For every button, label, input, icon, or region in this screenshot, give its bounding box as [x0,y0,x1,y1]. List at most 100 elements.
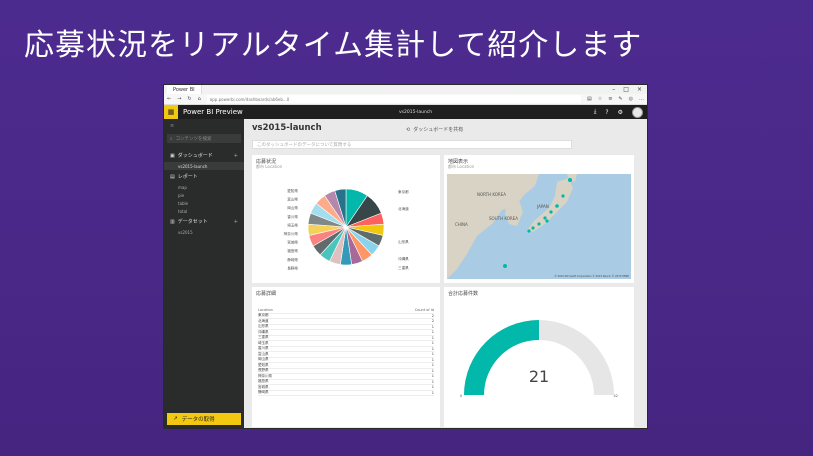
count-cell: 1 [431,346,434,351]
sidebar-section-reports[interactable]: ▤ レポート [164,170,244,183]
reading-view-icon[interactable]: ▤ [587,96,592,102]
sidebar-item-total[interactable]: total [164,207,244,215]
add-icon[interactable]: + [234,219,238,225]
map-point [537,222,541,226]
column-header: Location [258,308,273,313]
address-bar: ← → ↻ ⌂ app.powerbi.com/dashboards/ab6eb… [164,94,647,105]
sidebar-item-pie[interactable]: pie [164,191,244,199]
gauge-tile[interactable]: 合計応募件数 21 0 42 [444,287,634,427]
sidebar-item-map[interactable]: map [164,183,244,191]
count-cell: 1 [431,330,434,335]
map-tile[interactable]: 地図表示 都市 Location NORTH KOREA SOUTH KOREA… [444,155,634,283]
map-point [568,178,572,182]
download-icon[interactable]: ⤓ [594,108,597,116]
hub-icon[interactable]: ≡ [608,96,612,102]
section-label: データセット [177,219,208,225]
location-cell: 神奈川県 [258,373,272,378]
pie-label: 宮城県 [287,240,298,245]
sidebar-section-dashboards[interactable]: ▣ ダッシュボード + [164,149,244,162]
tile-title: 応募詳細 [256,291,277,297]
location-cell: 沖縄県 [258,329,269,334]
location-cell: 愛知県 [258,362,269,367]
pie-label: 山形県 [398,239,409,244]
minimize-icon[interactable]: – [612,86,615,93]
location-cell: 北海道 [258,318,269,323]
section-label: レポート [177,174,198,180]
count-cell: 1 [431,385,434,390]
sidebar-item-vs2015-launch[interactable]: vs2015-launch [164,162,244,170]
window-controls: – □ × [612,86,647,93]
refresh-icon[interactable]: ↻ [187,96,191,102]
share-icon[interactable]: ◎ [629,96,633,102]
pie-label: 長野県 [287,265,298,270]
location-cell: 岡山県 [258,357,269,362]
arrow-up-right-icon: ↗ [173,416,178,422]
korea-shape [505,200,523,226]
pie-label: 埼玉県 [287,222,298,227]
location-cell: 山形県 [258,324,269,329]
collapse-nav-icon[interactable]: ≡ [164,119,244,131]
map-point [549,210,553,214]
powerbi-header: ▦ Power BI Preview vs2015-launch ⤓ ? ⚙ [164,105,647,119]
maximize-icon[interactable]: □ [623,86,629,93]
share-dashboard-button[interactable]: ⟲ ダッシュボードを共有 [406,126,463,134]
close-icon[interactable]: × [637,86,642,93]
table-row: 静岡県 1 [258,390,434,396]
get-data-button[interactable]: ↗ データの取得 [167,413,241,425]
pie-label: 静岡県 [287,257,298,262]
favorite-icon[interactable]: ☆ [598,96,602,102]
header-dashboard-name: vs2015-launch [399,109,433,115]
column-header: Count of Id [414,308,434,313]
add-icon[interactable]: + [234,153,238,159]
pie-label: 富山県 [287,197,298,202]
location-cell: 静岡県 [258,390,269,395]
count-cell: 1 [431,390,434,395]
map-label-north-korea: NORTH KOREA [477,192,506,197]
map-label-japan: JAPAN [536,204,549,209]
pie-label: 神奈川県 [284,231,299,236]
avatar[interactable] [632,106,643,118]
location-cell: 香川県 [258,346,269,351]
forward-icon[interactable]: → [177,96,181,102]
browser-titlebar: Power BI – □ × [164,85,647,94]
search-input[interactable]: コンテンツを検索 [176,136,212,142]
app-launcher-icon[interactable]: ▦ [164,105,178,119]
home-icon[interactable]: ⌂ [198,96,201,102]
settings-icon[interactable]: ⚙ [618,109,623,116]
gauge-min: 0 [460,394,463,398]
count-cell: 1 [431,368,434,373]
location-cell: 福島県 [258,379,269,384]
count-cell: 1 [431,379,434,384]
sidebar-item-vs2015[interactable]: vs2015 [164,228,244,236]
count-cell: 2 [431,313,434,318]
app-name: Power BI Preview [183,108,243,116]
url-field[interactable]: app.powerbi.com/dashboards/ab6eb...0 [206,95,581,103]
dashboard-icon: ▣ [170,152,175,159]
map[interactable]: NORTH KOREA SOUTH KOREA JAPAN CHINA © 20… [447,174,631,279]
back-icon[interactable]: ← [167,96,171,102]
count-cell: 1 [431,324,434,329]
location-cell: 三重県 [258,335,269,340]
nav-search[interactable]: ⌕ コンテンツを検索 [167,134,241,143]
map-shapes: NORTH KOREA SOUTH KOREA JAPAN CHINA [447,174,577,279]
help-icon[interactable]: ? [605,109,608,116]
map-point [555,204,559,208]
more-icon[interactable]: … [639,96,644,102]
browser-tab[interactable]: Power BI [167,85,202,94]
gauge-chart [464,320,614,395]
map-point [543,216,547,220]
search-icon: ⌕ [170,136,173,142]
sidebar-item-table[interactable]: table [164,199,244,207]
pie-label: 三重県 [398,265,409,270]
dashboard-canvas: vs2015-launch ⟲ ダッシュボードを共有 このダッシュボードのデータ… [244,119,647,428]
location-cell: 富山県 [258,351,269,356]
pie-tile[interactable]: 応募状況 都市 Location 東京都 北海道 山形県 沖縄県 三重県 愛知県 富山県 岡山… [252,155,440,283]
note-icon[interactable]: ✎ [618,96,622,102]
location-cell: 長野県 [258,368,269,373]
table-tile[interactable]: 応募詳細 Location Count of Id 東京都 2 北海道 2 山形県 1 沖縄… [252,287,440,427]
report-icon: ▤ [170,173,175,180]
pie-label: 東京都 [398,189,409,194]
sidebar-section-datasets[interactable]: ▥ データセット + [164,215,244,228]
qa-input[interactable]: このダッシュボードのデータについて質問する [252,140,572,149]
count-cell: 1 [431,335,434,340]
